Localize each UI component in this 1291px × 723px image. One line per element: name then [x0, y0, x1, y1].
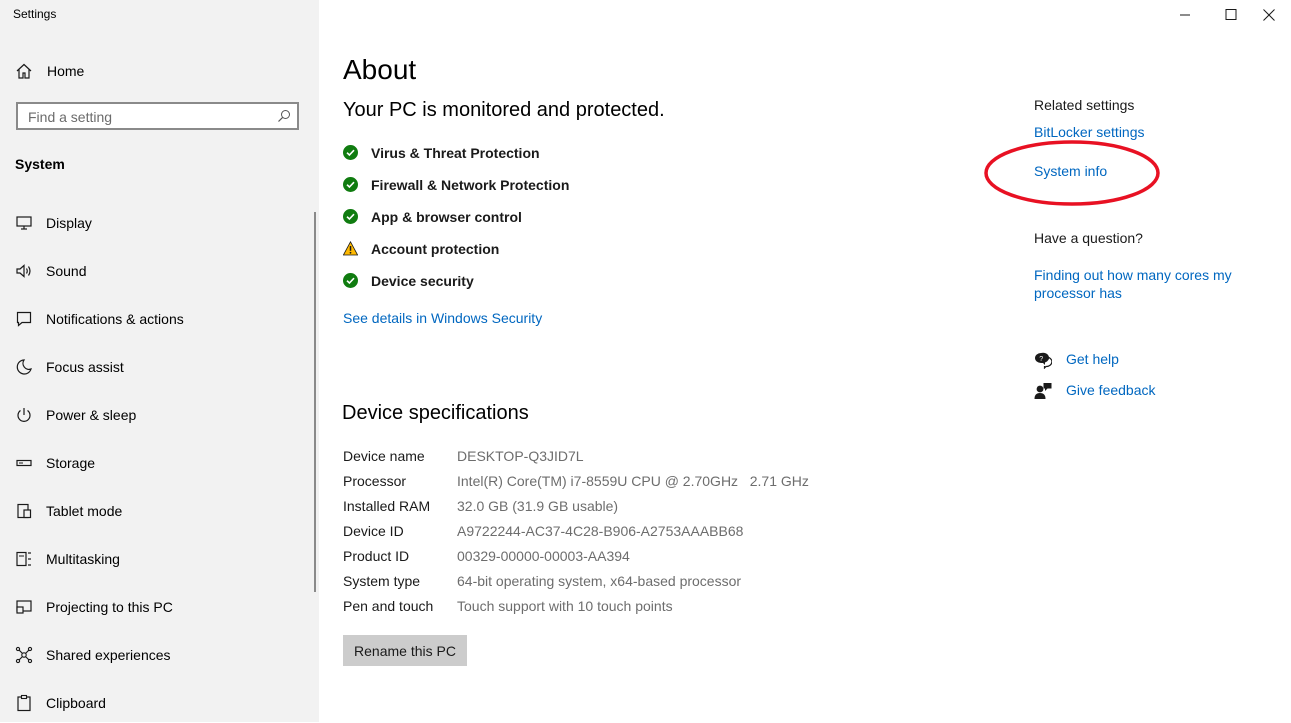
nav-home-label: Home: [47, 63, 85, 79]
power-icon: [17, 408, 31, 422]
rename-pc-button[interactable]: Rename this PC: [343, 635, 467, 666]
tablet-icon: [17, 503, 32, 519]
projecting-icon: [16, 600, 32, 614]
sidebar-item-tablet-mode[interactable]: Tablet mode: [0, 491, 312, 531]
status-label: Device security: [371, 273, 474, 289]
notifications-icon: [16, 311, 32, 327]
specs-heading: Device specifications: [342, 402, 529, 424]
sidebar: Settings Home System Display Sound: [0, 0, 319, 722]
sidebar-item-multitasking[interactable]: Multitasking: [0, 539, 312, 579]
sidebar-item-label: Focus assist: [46, 359, 124, 375]
sidebar-item-clipboard[interactable]: Clipboard: [0, 683, 312, 723]
bitlocker-settings-link[interactable]: BitLocker settings: [1034, 124, 1145, 140]
protection-heading: Your PC is monitored and protected.: [343, 99, 665, 121]
maximize-icon: [1225, 9, 1237, 20]
check-circle-icon: [343, 177, 358, 192]
status-label: Virus & Threat Protection: [371, 145, 540, 161]
minimize-button[interactable]: [1161, 0, 1207, 30]
spec-key: Installed RAM: [343, 498, 431, 514]
close-button[interactable]: [1245, 0, 1291, 30]
status-label: App & browser control: [371, 209, 522, 225]
sound-icon: [16, 264, 31, 278]
spec-value: Touch support with 10 touch points: [457, 598, 673, 614]
shared-icon: [15, 646, 33, 664]
sidebar-item-sound[interactable]: Sound: [0, 251, 312, 291]
sidebar-item-label: Storage: [46, 455, 96, 471]
spec-key: Pen and touch: [343, 598, 434, 614]
spec-key: Processor: [343, 473, 407, 489]
feedback-icon: [1034, 383, 1052, 399]
sidebar-item-label: Sound: [46, 263, 87, 279]
search-input[interactable]: [26, 107, 270, 127]
get-help-link[interactable]: Get help: [1066, 351, 1119, 367]
check-circle-icon: [343, 209, 358, 224]
check-circle-icon: [343, 145, 358, 160]
search-box[interactable]: [16, 102, 299, 130]
question-heading: Have a question?: [1034, 230, 1143, 246]
status-label: Firewall & Network Protection: [371, 177, 570, 193]
page-title: About: [343, 54, 417, 85]
warning-icon: [343, 241, 358, 256]
storage-icon: [16, 459, 32, 467]
sidebar-item-label: Display: [46, 215, 92, 231]
sidebar-item-label: Clipboard: [46, 695, 106, 711]
spec-value: 64-bit operating system, x64-based proce…: [457, 573, 742, 589]
multitasking-icon: [16, 551, 31, 567]
spec-value: 32.0 GB (31.9 GB usable): [457, 498, 619, 514]
sidebar-item-label: Projecting to this PC: [46, 599, 173, 615]
sidebar-item-label: Shared experiences: [46, 647, 171, 663]
check-circle-icon: [343, 273, 358, 288]
sidebar-item-shared-experiences[interactable]: Shared experiences: [0, 635, 312, 675]
sidebar-item-label: Multitasking: [46, 551, 120, 567]
svg-text:?: ?: [1039, 356, 1043, 363]
display-icon: [16, 216, 32, 230]
home-icon: [16, 63, 32, 79]
give-feedback-link[interactable]: Give feedback: [1066, 382, 1156, 398]
moon-icon: [16, 359, 32, 375]
sidebar-item-notifications[interactable]: Notifications & actions: [0, 299, 312, 339]
sidebar-item-projecting[interactable]: Projecting to this PC: [0, 587, 312, 627]
sidebar-scrollbar[interactable]: [314, 212, 316, 592]
sidebar-item-display[interactable]: Display: [0, 203, 312, 243]
spec-key: Product ID: [343, 548, 410, 564]
sidebar-item-power-sleep[interactable]: Power & sleep: [0, 395, 312, 435]
spec-value: A9722244-AC37-4C28-B906-A2753AAABB68: [457, 523, 744, 539]
spec-value: Intel(R) Core(TM) i7-8559U CPU @ 2.70GHz…: [457, 473, 809, 489]
search-icon[interactable]: [277, 109, 291, 123]
related-settings-heading: Related settings: [1034, 97, 1135, 113]
app-title: Settings: [13, 7, 57, 21]
status-label: Account protection: [371, 241, 500, 257]
nav-home[interactable]: Home: [0, 56, 319, 86]
spec-key: System type: [343, 573, 421, 589]
spec-key: Device ID: [343, 523, 404, 539]
spec-value: 00329-00000-00003-AA394: [457, 548, 630, 564]
sidebar-item-storage[interactable]: Storage: [0, 443, 312, 483]
windows-security-link[interactable]: See details in Windows Security: [343, 310, 542, 326]
minimize-icon: [1180, 14, 1190, 16]
sidebar-item-focus-assist[interactable]: Focus assist: [0, 347, 312, 387]
clipboard-icon: [17, 694, 31, 712]
sidebar-item-label: Tablet mode: [46, 503, 123, 519]
close-icon: [1263, 9, 1275, 21]
spec-key: Device name: [343, 448, 425, 464]
cores-question-link[interactable]: Finding out how many cores my processor …: [1034, 266, 1249, 302]
sidebar-item-label: Notifications & actions: [46, 311, 184, 327]
section-label-system: System: [15, 156, 65, 172]
get-help-icon: ?: [1035, 352, 1052, 369]
sidebar-item-label: Power & sleep: [46, 407, 137, 423]
spec-value: DESKTOP-Q3JID7L: [457, 448, 584, 464]
system-info-link[interactable]: System info: [1034, 163, 1107, 179]
